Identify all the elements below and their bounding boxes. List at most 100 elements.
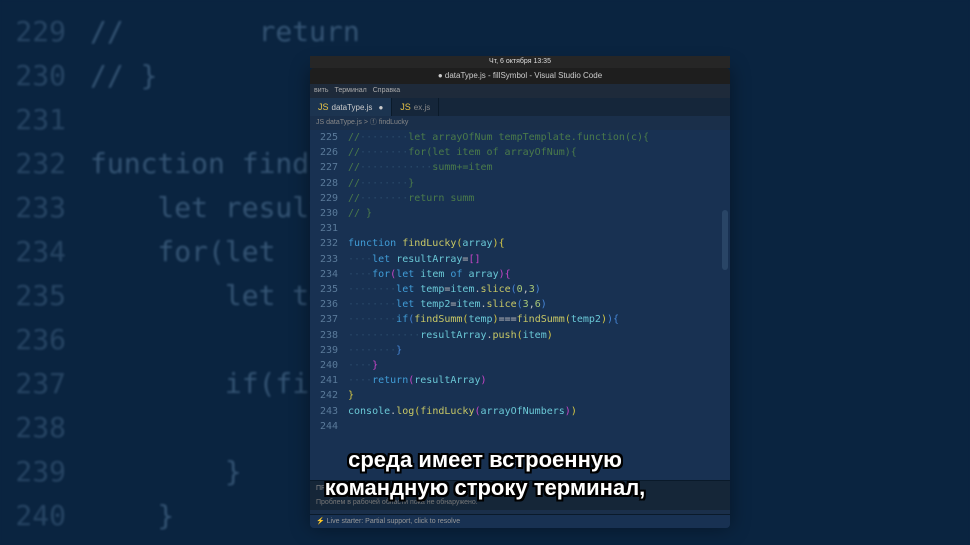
background-line-text: let result <box>90 186 326 230</box>
line-number[interactable]: 235 <box>310 282 348 297</box>
line-content[interactable]: function findLucky(array){ <box>348 236 730 251</box>
background-line-text: } <box>90 450 242 494</box>
code-line[interactable]: 237········if(findSumm(temp)===findSumm(… <box>310 312 730 327</box>
background-line-number: 237 <box>0 362 90 406</box>
code-line[interactable]: 235········let temp=item.slice(0,3) <box>310 282 730 297</box>
line-content[interactable]: //············summ+=item <box>348 160 730 175</box>
code-line[interactable]: 232function findLucky(array){ <box>310 236 730 251</box>
line-content[interactable]: ········if(findSumm(temp)===findSumm(tem… <box>348 312 730 327</box>
line-content[interactable]: console.log(findLucky(arrayOfNumbers)) <box>348 404 730 419</box>
background-line-number: 230 <box>0 54 90 98</box>
line-number[interactable]: 244 <box>310 419 348 434</box>
line-number[interactable]: 237 <box>310 312 348 327</box>
code-line[interactable]: 229//········return summ <box>310 191 730 206</box>
line-content[interactable]: ····return(resultArray) <box>348 373 730 388</box>
background-line-number: 231 <box>0 98 90 142</box>
file-icon: JS <box>318 102 329 112</box>
code-line[interactable]: 240····} <box>310 358 730 373</box>
line-number[interactable]: 233 <box>310 252 348 267</box>
line-content[interactable]: // } <box>348 206 730 221</box>
background-line-text: } <box>90 494 174 538</box>
line-number[interactable]: 241 <box>310 373 348 388</box>
code-line[interactable]: 244 <box>310 419 730 434</box>
background-code-line: 229// return <box>0 10 970 54</box>
background-line-number: 236 <box>0 318 90 362</box>
background-line-number: 238 <box>0 406 90 450</box>
line-number[interactable]: 238 <box>310 328 348 343</box>
code-line[interactable]: 227//············summ+=item <box>310 160 730 175</box>
menu-item[interactable]: Справка <box>373 87 400 94</box>
code-line[interactable]: 236········let temp2=item.slice(3,6) <box>310 297 730 312</box>
line-number[interactable]: 230 <box>310 206 348 221</box>
line-number[interactable]: 226 <box>310 145 348 160</box>
system-datetime: Чт, 6 октября 13:35 <box>489 58 551 65</box>
background-line-number: 232 <box>0 142 90 186</box>
line-content[interactable]: ····} <box>348 358 730 373</box>
line-number[interactable]: 228 <box>310 176 348 191</box>
line-content[interactable]: //········for(let item of arrayOfNum){ <box>348 145 730 160</box>
tab-label: ex.js <box>414 103 430 112</box>
code-line[interactable]: 226//········for(let item of arrayOfNum)… <box>310 145 730 160</box>
code-line[interactable]: 241····return(resultArray) <box>310 373 730 388</box>
menu-item[interactable]: Терминал <box>334 87 366 94</box>
line-content[interactable]: ····for(let item of array){ <box>348 267 730 282</box>
line-number[interactable]: 229 <box>310 191 348 206</box>
line-number[interactable]: 240 <box>310 358 348 373</box>
line-content[interactable]: ····let resultArray=[] <box>348 252 730 267</box>
line-number[interactable]: 232 <box>310 236 348 251</box>
line-content[interactable] <box>348 419 730 434</box>
video-subtitle: среда имеет встроенную командную строку … <box>325 446 646 503</box>
background-line-text: // } <box>90 54 157 98</box>
line-content[interactable]: //········return summ <box>348 191 730 206</box>
background-line-text: // return <box>90 10 360 54</box>
background-line-number: 239 <box>0 450 90 494</box>
line-content[interactable]: } <box>348 388 730 403</box>
line-content[interactable]: ············resultArray.push(item) <box>348 328 730 343</box>
line-number[interactable]: 227 <box>310 160 348 175</box>
code-line[interactable]: 233····let resultArray=[] <box>310 252 730 267</box>
line-number[interactable]: 231 <box>310 221 348 236</box>
tabbar: JSdataType.js●JSex.js <box>310 98 730 116</box>
file-icon: JS <box>400 102 411 112</box>
line-content[interactable] <box>348 221 730 236</box>
tab-label: dataType.js <box>332 103 373 112</box>
code-line[interactable]: 230// } <box>310 206 730 221</box>
line-content[interactable]: ········} <box>348 343 730 358</box>
menu-item[interactable]: вить <box>314 87 328 94</box>
titlebar: ● dataType.js - fillSymbol - Visual Stud… <box>310 68 730 84</box>
scrollbar-thumb[interactable] <box>722 210 728 270</box>
background-line-number: 240 <box>0 494 90 538</box>
line-number[interactable]: 225 <box>310 130 348 145</box>
background-line-number: 233 <box>0 186 90 230</box>
statusbar-text[interactable]: ⚡ Live starter: Partial support, click t… <box>316 518 460 525</box>
line-number[interactable]: 242 <box>310 388 348 403</box>
breadcrumb[interactable]: JS dataType.js > ⓕ findLucky <box>310 116 730 130</box>
code-line[interactable]: 243console.log(findLucky(arrayOfNumbers)… <box>310 404 730 419</box>
system-bar: Чт, 6 октября 13:35 <box>310 56 730 68</box>
background-line-number: 234 <box>0 230 90 274</box>
code-line[interactable]: 228//········} <box>310 176 730 191</box>
line-content[interactable]: //········let arrayOfNum tempTemplate.fu… <box>348 130 730 145</box>
code-line[interactable]: 239········} <box>310 343 730 358</box>
code-line[interactable]: 242} <box>310 388 730 403</box>
statusbar[interactable]: ⚡ Live starter: Partial support, click t… <box>310 514 730 528</box>
background-line-text: for(let <box>90 230 292 274</box>
line-number[interactable]: 239 <box>310 343 348 358</box>
line-number[interactable]: 236 <box>310 297 348 312</box>
background-line-number: 235 <box>0 274 90 318</box>
line-content[interactable]: ········let temp=item.slice(0,3) <box>348 282 730 297</box>
line-content[interactable]: //········} <box>348 176 730 191</box>
line-number[interactable]: 234 <box>310 267 348 282</box>
code-line[interactable]: 225//········let arrayOfNum tempTemplate… <box>310 130 730 145</box>
breadcrumb-text[interactable]: JS dataType.js > ⓕ findLucky <box>316 119 408 126</box>
editor-tab[interactable]: JSdataType.js● <box>310 98 392 116</box>
editor-tab[interactable]: JSex.js <box>392 98 439 116</box>
code-line[interactable]: 234····for(let item of array){ <box>310 267 730 282</box>
line-content[interactable]: ········let temp2=item.slice(3,6) <box>348 297 730 312</box>
menubar[interactable]: вить Терминал Справка <box>310 84 730 98</box>
code-editor[interactable]: 225//········let arrayOfNum tempTemplate… <box>310 130 730 480</box>
code-line[interactable]: 231 <box>310 221 730 236</box>
code-line[interactable]: 238············resultArray.push(item) <box>310 328 730 343</box>
line-number[interactable]: 243 <box>310 404 348 419</box>
background-line-number: 229 <box>0 10 90 54</box>
